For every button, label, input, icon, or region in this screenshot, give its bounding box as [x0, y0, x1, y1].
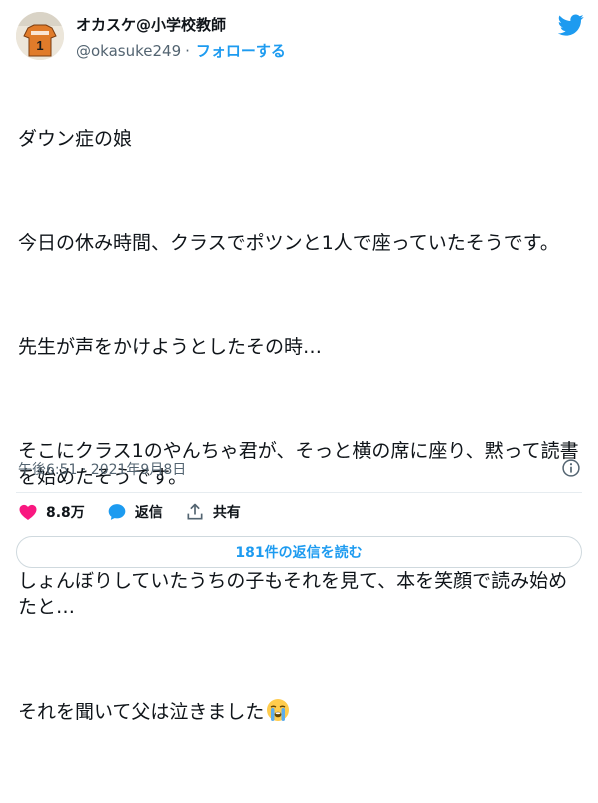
avatar-shirt-number: 1 — [36, 38, 43, 53]
avatar[interactable]: 1 — [16, 12, 64, 60]
tweet-paragraph: しょんぼりしていたうちの子もそれを見て、本を笑顔で読み始めたと… — [18, 570, 568, 618]
display-name[interactable]: オカスケ@小学校教師 — [76, 14, 226, 35]
tweet-timestamp[interactable]: 午後6:51 · 2021年9月8日 — [18, 459, 186, 479]
tweet-paragraph: 先生が声をかけようとしたその時… — [18, 336, 323, 358]
read-replies-button[interactable]: 181件の返信を読む — [16, 536, 582, 568]
tweet-last-text: それを聞いて父は泣きました — [18, 701, 265, 723]
info-icon[interactable] — [561, 458, 581, 478]
like-button[interactable]: 8.8万 — [18, 502, 85, 522]
separator-dot: · — [185, 41, 190, 60]
tweet-body: ダウン症の娘 今日の休み時間、クラスでポツンと1人で座っていたそうです。 先生が… — [18, 74, 586, 803]
tweet-last-line: それを聞いて父は泣きました — [18, 698, 586, 725]
avatar-image: 1 — [16, 12, 64, 60]
share-icon — [187, 503, 203, 520]
reply-label: 返信 — [134, 505, 163, 521]
action-bar: 8.8万 返信 共有 — [18, 502, 263, 522]
tweet-paragraph: ダウン症の娘 — [18, 128, 133, 150]
twitter-bird-icon[interactable] — [558, 12, 584, 38]
share-button[interactable]: 共有 — [185, 502, 241, 522]
reply-button[interactable]: 返信 — [107, 502, 163, 522]
like-count: 8.8万 — [46, 505, 85, 521]
loudly-crying-face-emoji-icon — [267, 699, 290, 721]
handle-row: @okasuke249 · フォローする — [76, 40, 286, 61]
name-row: オカスケ@小学校教師 — [76, 14, 226, 35]
tweet-paragraph: 今日の休み時間、クラスでポツンと1人で座っていたそうです。 — [18, 232, 559, 254]
tweet-card: 1 オカスケ@小学校教師 @okasuke249 · フォローする ダウン症の娘… — [0, 0, 598, 723]
share-label: 共有 — [212, 505, 241, 521]
user-handle[interactable]: @okasuke249 — [76, 42, 181, 60]
divider — [16, 492, 582, 493]
follow-button[interactable]: フォローする — [196, 40, 286, 61]
heart-icon — [19, 504, 37, 520]
reply-bubble-icon — [108, 504, 126, 520]
